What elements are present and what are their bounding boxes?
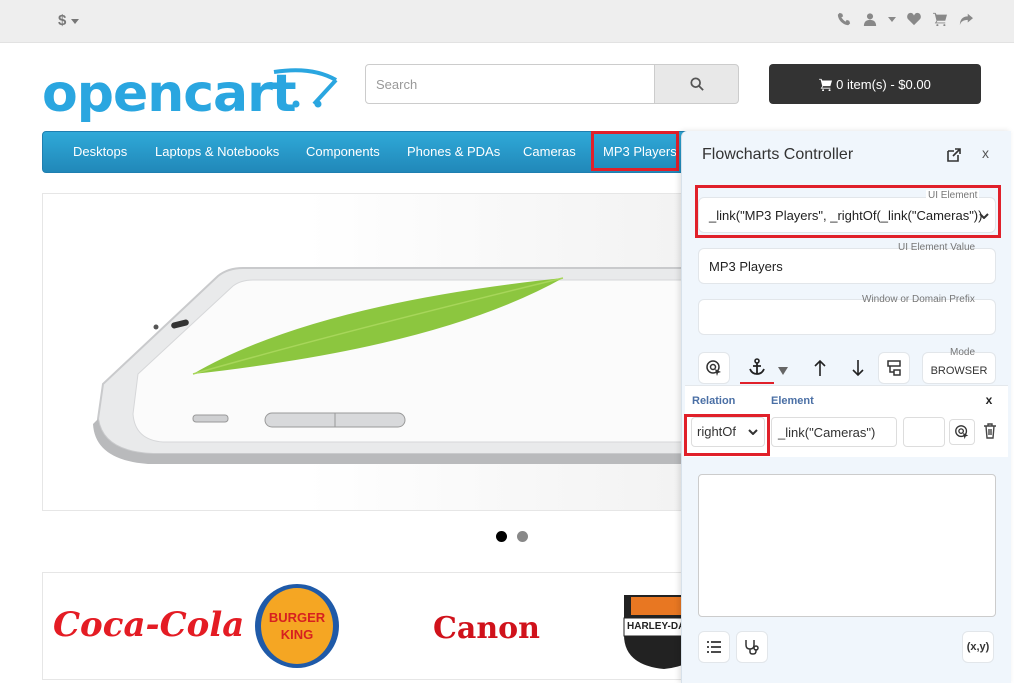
- highlight-ui-element: [695, 185, 1001, 238]
- cart-button[interactable]: 0 item(s) - $0.00: [769, 64, 981, 104]
- cart-icon: [819, 78, 833, 91]
- highlight-mp3-players: [591, 131, 679, 171]
- anchor-button[interactable]: [740, 352, 774, 384]
- arrow-down-icon: [852, 360, 864, 377]
- coordinates-button[interactable]: (x,y): [962, 631, 994, 663]
- menu-item-laptops[interactable]: Laptops & Notebooks: [155, 132, 279, 172]
- move-down-button[interactable]: [846, 352, 870, 384]
- chevron-down-icon: [71, 18, 80, 24]
- mode-label: Mode: [950, 347, 976, 358]
- page: $ opencart Search 0 item(s) - $0.00 Desk…: [0, 0, 1014, 683]
- slide-dot[interactable]: [517, 531, 528, 542]
- close-relation-button[interactable]: x: [979, 392, 999, 410]
- highlight-relation-select: [684, 414, 770, 456]
- prefix-label: Window or Domain Prefix: [862, 294, 975, 305]
- menu-item-phones[interactable]: Phones & PDAs: [407, 132, 500, 172]
- cursor-target-icon: [955, 425, 969, 440]
- brand-canon[interactable]: Canon: [433, 611, 540, 646]
- arrow-up-icon: [814, 359, 826, 376]
- list-button[interactable]: [698, 631, 730, 663]
- currency-dropdown[interactable]: $: [58, 12, 80, 29]
- relation-element-input[interactable]: _link("Cameras"): [771, 417, 897, 447]
- relation-header: Relation: [692, 395, 736, 407]
- popout-icon[interactable]: [946, 147, 962, 163]
- brand-burger-king[interactable]: BURGER KING: [252, 581, 342, 671]
- menu-item-cameras[interactable]: Cameras: [523, 132, 576, 172]
- ui-value-label: UI Element Value: [898, 242, 976, 253]
- pick-element-button[interactable]: [698, 352, 730, 384]
- hierarchy-button[interactable]: [878, 352, 910, 384]
- heart-icon[interactable]: [906, 11, 922, 27]
- phone-icon[interactable]: [836, 11, 852, 27]
- stethoscope-button[interactable]: [736, 631, 768, 663]
- cart-icon[interactable]: [932, 11, 948, 27]
- stethoscope-icon: [745, 640, 759, 655]
- relation-delete-button[interactable]: [983, 423, 1001, 441]
- top-bar: $: [0, 0, 1014, 43]
- share-icon[interactable]: [958, 11, 974, 27]
- flowcharts-controller-panel: Flowcharts Controller x _link("MP3 Playe…: [681, 131, 1011, 683]
- coordinates-label: (x,y): [966, 641, 990, 653]
- slideshow-banner[interactable]: [42, 193, 702, 511]
- search-icon: [689, 77, 704, 91]
- slide-dot-active[interactable]: [496, 531, 507, 542]
- menu-item-components[interactable]: Components: [306, 132, 380, 172]
- search-input[interactable]: Search: [365, 64, 655, 104]
- relation-pick-button[interactable]: [949, 419, 975, 445]
- currency-symbol: $: [58, 12, 67, 29]
- anchor-icon: [749, 358, 765, 375]
- phone-image: [93, 267, 701, 464]
- close-panel-button[interactable]: x: [982, 145, 989, 161]
- move-up-button[interactable]: [808, 352, 832, 384]
- chevron-down-icon: [888, 11, 896, 27]
- brand-carousel: Coca-Cola BURGER KING Canon HARLEY-DAVID…: [42, 572, 702, 680]
- logo-cart-swoosh: [273, 68, 338, 108]
- brand-burger-king-text: BURGER KING: [268, 610, 326, 642]
- top-links: [836, 11, 974, 27]
- cart-total: 0 item(s) - $0.00: [836, 76, 931, 92]
- trash-icon: [984, 423, 996, 439]
- panel-title: Flowcharts Controller: [702, 146, 854, 163]
- logo[interactable]: opencart: [42, 64, 338, 124]
- anchor-dropdown[interactable]: [778, 362, 788, 380]
- list-icon: [707, 641, 721, 653]
- slideshow-pagination: [496, 531, 528, 542]
- element-header: Element: [771, 395, 814, 407]
- caret-down-icon: [778, 367, 788, 375]
- cursor-target-icon: [706, 360, 721, 376]
- ui-element-value-input[interactable]: MP3 Players: [698, 248, 996, 284]
- relation-extra-input[interactable]: [903, 417, 945, 447]
- brand-coca-cola[interactable]: Coca-Cola: [53, 605, 244, 645]
- script-textarea[interactable]: [698, 474, 996, 617]
- search-button[interactable]: [654, 64, 739, 104]
- hierarchy-icon: [887, 360, 901, 376]
- menu-item-desktops[interactable]: Desktops: [73, 132, 127, 172]
- mode-value: BROWSER: [930, 365, 988, 377]
- user-icon[interactable]: [862, 11, 878, 27]
